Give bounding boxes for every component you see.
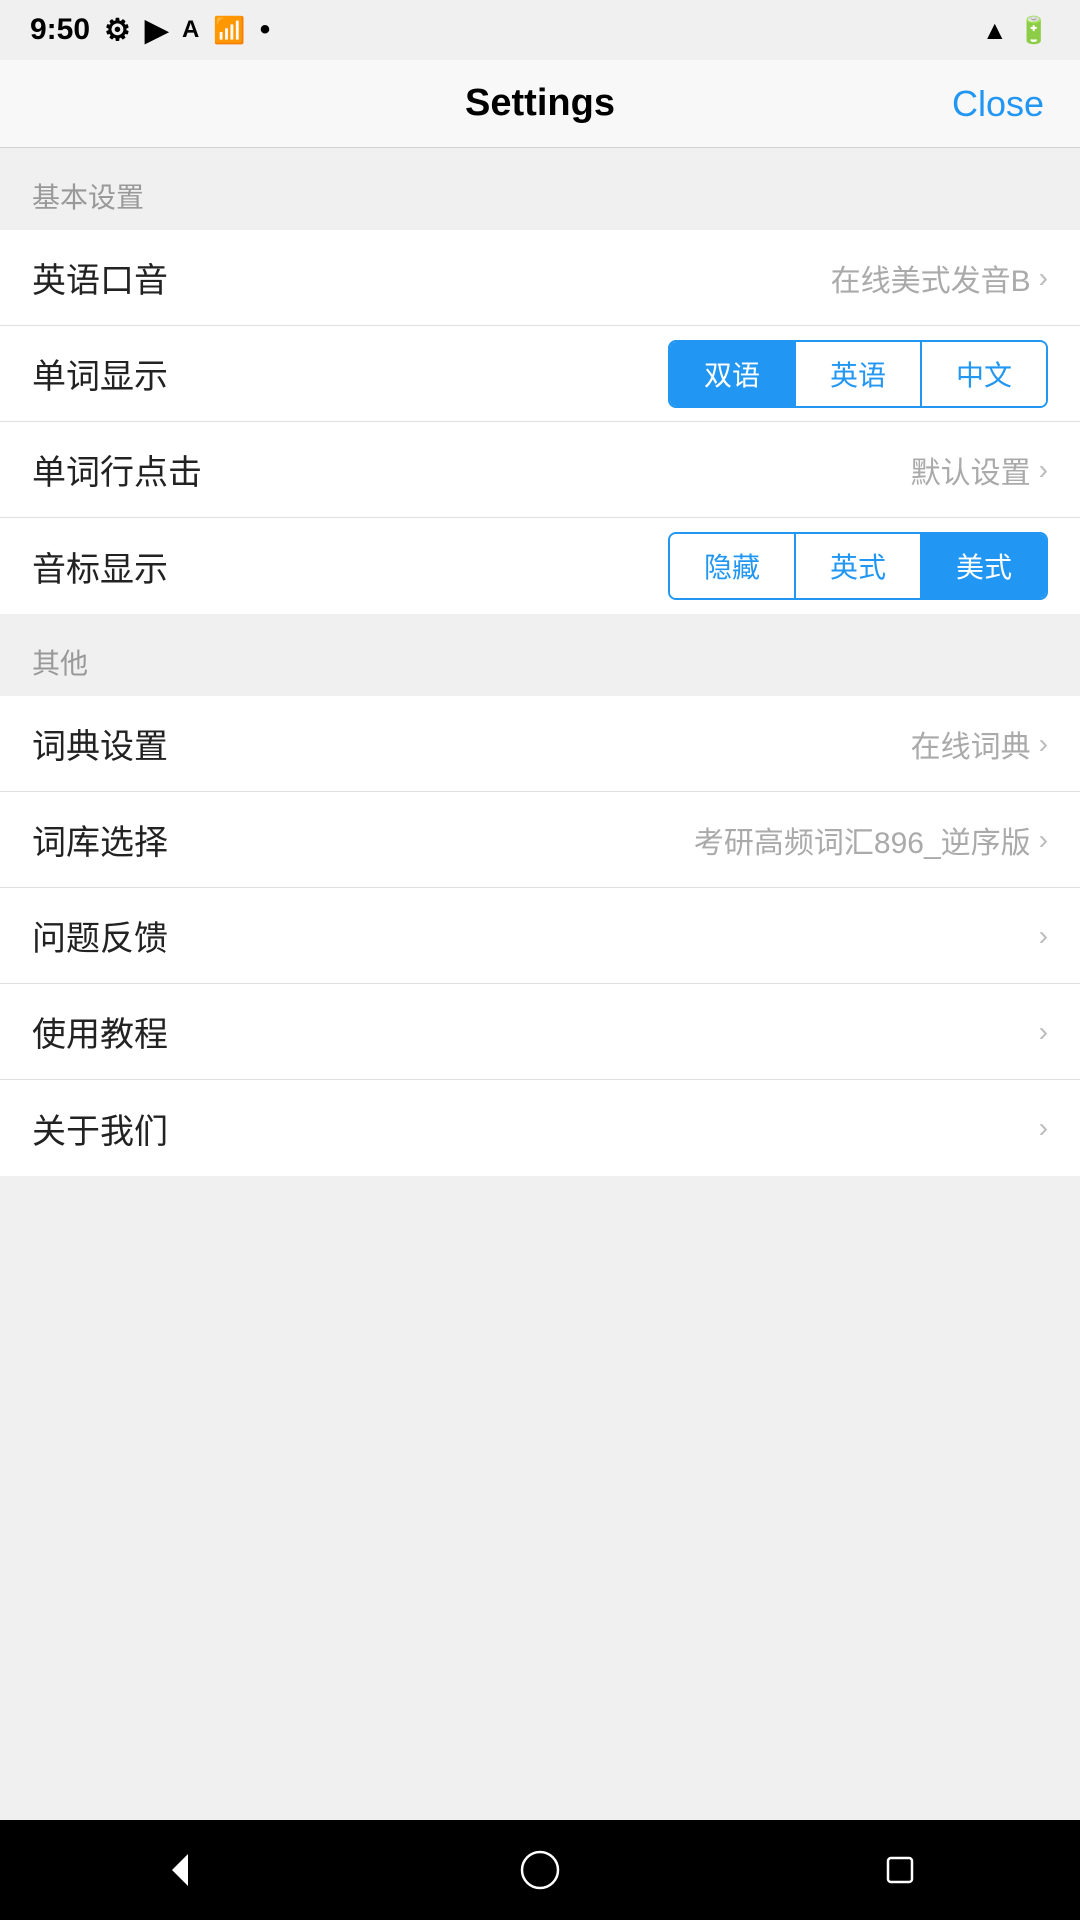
- row-dictionary-label: 词典设置: [32, 719, 168, 768]
- chevron-icon: ›: [1039, 1016, 1048, 1048]
- gear-icon: ⚙: [104, 13, 131, 48]
- row-feedback-value: ›: [1039, 920, 1048, 952]
- seg-hidden[interactable]: 隐藏: [670, 534, 794, 598]
- chevron-icon: ›: [1039, 920, 1048, 952]
- row-tutorial-value: ›: [1039, 1016, 1048, 1048]
- section-other-label: 其他: [0, 614, 1080, 696]
- row-phonetic-label: 音标显示: [32, 542, 168, 591]
- seg-bilingual[interactable]: 双语: [670, 342, 794, 406]
- row-wordlib[interactable]: 词库选择 考研高频词汇896_逆序版 ›: [0, 792, 1080, 888]
- row-phonetic: 音标显示 隐藏 英式 美式: [0, 518, 1080, 614]
- row-word-display-label: 单词显示: [32, 349, 168, 398]
- signal-icon: ▲: [982, 15, 1008, 46]
- spacer: [0, 1176, 1080, 1820]
- chevron-icon: ›: [1039, 454, 1048, 486]
- row-tutorial-label: 使用教程: [32, 1007, 168, 1056]
- seg-english[interactable]: 英语: [794, 342, 920, 406]
- row-feedback[interactable]: 问题反馈 ›: [0, 888, 1080, 984]
- status-time: 9:50: [30, 13, 90, 47]
- row-word-display: 单词显示 双语 英语 中文: [0, 326, 1080, 422]
- row-feedback-label: 问题反馈: [32, 911, 168, 960]
- row-accent-label: 英语口音: [32, 253, 168, 302]
- font-icon: A: [182, 16, 199, 44]
- other-settings-list: 词典设置 在线词典 › 词库选择 考研高频词汇896_逆序版 › 问题反馈 › …: [0, 696, 1080, 1176]
- page-title: Settings: [465, 82, 615, 125]
- play-icon: ▶: [145, 13, 168, 48]
- seg-british[interactable]: 英式: [794, 534, 920, 598]
- row-word-click-label: 单词行点击: [32, 445, 202, 494]
- row-accent[interactable]: 英语口音 在线美式发音B ›: [0, 230, 1080, 326]
- row-about[interactable]: 关于我们 ›: [0, 1080, 1080, 1176]
- status-right: ▲ 🔋: [982, 15, 1050, 46]
- row-about-label: 关于我们: [32, 1104, 168, 1153]
- row-about-value: ›: [1039, 1112, 1048, 1144]
- chevron-icon: ›: [1039, 728, 1048, 760]
- seg-american[interactable]: 美式: [920, 534, 1046, 598]
- recents-button[interactable]: [860, 1830, 940, 1910]
- row-tutorial[interactable]: 使用教程 ›: [0, 984, 1080, 1080]
- back-button[interactable]: [140, 1830, 220, 1910]
- row-wordlib-value: 考研高频词汇896_逆序版 ›: [694, 818, 1048, 862]
- row-dictionary-value: 在线词典 ›: [911, 722, 1048, 766]
- row-accent-value: 在线美式发音B ›: [831, 256, 1048, 300]
- section-basic-label: 基本设置: [0, 148, 1080, 230]
- row-wordlib-label: 词库选择: [32, 815, 168, 864]
- word-display-segmented: 双语 英语 中文: [668, 340, 1048, 408]
- basic-settings-list: 英语口音 在线美式发音B › 单词显示 双语 英语 中文 单词行点击 默认设置 …: [0, 230, 1080, 614]
- close-button[interactable]: Close: [952, 83, 1044, 125]
- row-word-click-value: 默认设置 ›: [911, 448, 1048, 492]
- seg-chinese[interactable]: 中文: [920, 342, 1046, 406]
- dot-icon: •: [260, 13, 271, 47]
- chevron-icon: ›: [1039, 824, 1048, 856]
- home-button[interactable]: [500, 1830, 580, 1910]
- status-bar: 9:50 ⚙ ▶ A 📶 • ▲ 🔋: [0, 0, 1080, 60]
- row-dictionary[interactable]: 词典设置 在线词典 ›: [0, 696, 1080, 792]
- phonetic-segmented: 隐藏 英式 美式: [668, 532, 1048, 600]
- nav-bar: [0, 1820, 1080, 1920]
- battery-icon: 🔋: [1018, 15, 1050, 46]
- wifi-icon: 📶: [213, 15, 245, 46]
- header: Settings Close: [0, 60, 1080, 148]
- chevron-icon: ›: [1039, 262, 1048, 294]
- row-word-click[interactable]: 单词行点击 默认设置 ›: [0, 422, 1080, 518]
- chevron-icon: ›: [1039, 1112, 1048, 1144]
